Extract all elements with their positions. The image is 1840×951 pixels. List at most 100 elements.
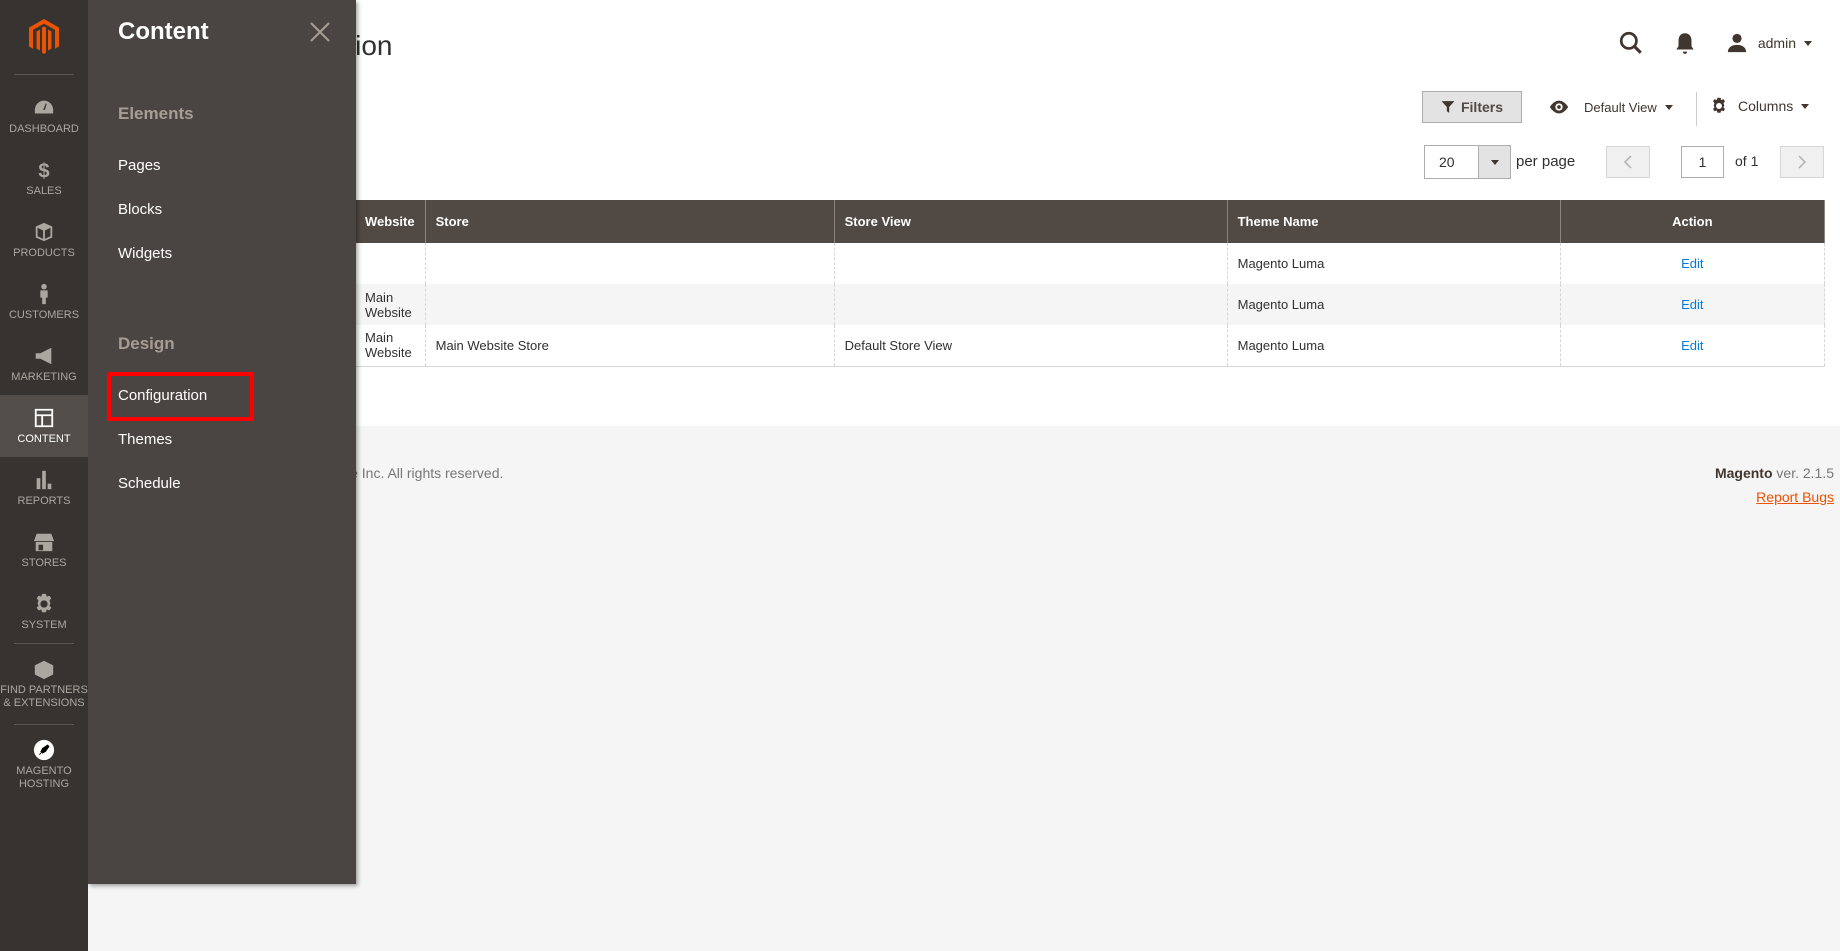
menu-item-pages[interactable]: Pages [118,157,161,174]
rocket-icon [33,739,55,761]
per-page-toggle[interactable] [1478,146,1510,178]
columns-label: Columns [1738,98,1794,114]
column-header-action: Action [1559,200,1826,243]
page-number-input[interactable] [1681,146,1724,178]
chevron-down-icon [1490,159,1499,165]
close-icon[interactable] [308,20,332,44]
user-icon [1727,33,1747,53]
nav-stores-label: Stores [21,556,67,569]
per-page-value: 20 [1425,146,1478,178]
nav-products[interactable]: Products [0,209,88,271]
magento-logo[interactable] [14,0,74,75]
user-name: admin [1757,35,1796,51]
section-elements: Elements [118,104,194,123]
cell-action: Edit [1559,325,1826,367]
dashboard-icon [34,100,54,113]
nav-stores[interactable]: Stores [0,519,88,581]
filters-button[interactable]: Filters [1422,91,1522,123]
eye-icon [1549,100,1569,114]
nav-system[interactable]: System [0,581,88,643]
nav-dashboard[interactable]: Dashboard [0,85,88,147]
magento-logo-icon [29,19,59,54]
cell-theme: Magento Luma [1226,325,1561,367]
cell-store-view: Default Store View [833,325,1228,367]
nav-find-partners-label: Find Partners & Extensions [0,684,88,709]
nav-system-label: System [21,618,67,631]
content-menu-panel: Content Elements Pages Blocks Widgets De… [88,0,356,884]
nav-content-label: Content [17,432,71,445]
nav-marketing-label: Marketing [11,370,77,383]
page-total: of 1 [1735,153,1759,169]
gear-icon [1713,97,1725,113]
cell-theme: Magento Luma [1226,243,1561,284]
cell-store [424,284,835,325]
svg-text:$: $ [38,160,49,181]
nav-magento-hosting-label: Magento Hosting [16,765,72,790]
column-header-store-view[interactable]: Store View [833,200,1228,243]
cell-store-view [833,284,1228,325]
nav-sales[interactable]: $ Sales [0,147,88,209]
report-bugs-link[interactable]: Report Bugs [1756,489,1834,505]
toolbar-divider [1696,92,1697,126]
nav-content[interactable]: Content [0,395,88,457]
chevron-down-icon [1804,40,1812,46]
user-menu[interactable]: admin [1726,32,1812,54]
box-icon [35,222,53,241]
footer-brand: Magento [1714,465,1773,481]
lego-brick-icon [34,660,54,680]
per-page-label: per page [1516,153,1576,170]
layout-icon [34,408,54,427]
menu-item-configuration[interactable]: Configuration [118,387,207,404]
nav-magento-hosting[interactable]: Magento Hosting [0,725,88,805]
nav-products-label: Products [13,246,75,259]
edit-link[interactable]: Edit [1681,297,1703,312]
edit-link[interactable]: Edit [1681,256,1703,271]
footer-version-text: ver. 2.1.5 [1772,465,1834,481]
filter-icon [1441,101,1455,113]
person-icon [40,283,48,304]
menu-item-themes[interactable]: Themes [118,431,172,448]
column-header-store[interactable]: Store [424,200,835,243]
nav-customers-label: Customers [8,308,80,321]
default-view-label: Default View [1584,99,1657,115]
chevron-left-icon [1623,155,1632,169]
nav-sales-label: Sales [26,184,62,197]
cell-action: Edit [1559,243,1826,284]
search-icon[interactable] [1618,30,1644,56]
megaphone-icon [35,347,52,364]
per-page-select[interactable]: 20 [1424,145,1511,179]
menu-item-widgets[interactable]: Widgets [118,245,172,262]
dollar-icon: $ [38,160,49,181]
footer-copyright: Copyright © 2017 Magento Commerce Inc. A… [118,465,741,481]
columns-dropdown[interactable]: Columns [1710,97,1810,115]
chevron-down-icon [1664,104,1673,110]
cell-theme: Magento Luma [1226,284,1561,325]
previous-page-button[interactable] [1606,146,1650,178]
menu-item-blocks[interactable]: Blocks [118,201,162,218]
panel-title: Content [118,18,209,45]
section-design: Design [118,334,175,353]
nav-marketing[interactable]: Marketing [0,333,88,395]
gear-icon [36,593,52,612]
nav-reports[interactable]: Reports [0,457,88,519]
cell-store [424,243,835,284]
admin-sidebar: Dashboard $ Sales Products Customers Mar… [0,0,88,951]
edit-link[interactable]: Edit [1681,338,1703,353]
nav-reports-label: Reports [17,494,71,507]
menu-item-schedule[interactable]: Schedule [118,475,181,492]
nav-customers[interactable]: Customers [0,271,88,333]
footer-version: Magento ver. 2.1.5 [1715,465,1834,481]
cell-store: Main Website Store [424,325,835,367]
chevron-down-icon [1801,103,1810,109]
column-header-theme-name[interactable]: Theme Name [1226,200,1561,243]
next-page-button[interactable] [1780,146,1824,178]
nav-find-partners[interactable]: Find Partners & Extensions [0,644,88,724]
chevron-right-icon [1798,155,1807,169]
cell-action: Edit [1559,284,1826,325]
header-actions: admin [1590,30,1812,56]
filters-label: Filters [1460,99,1503,115]
bar-chart-icon [36,470,52,489]
bell-icon[interactable] [1672,30,1698,56]
cell-store-view [833,243,1228,284]
default-view-dropdown[interactable]: Default View [1548,96,1673,118]
